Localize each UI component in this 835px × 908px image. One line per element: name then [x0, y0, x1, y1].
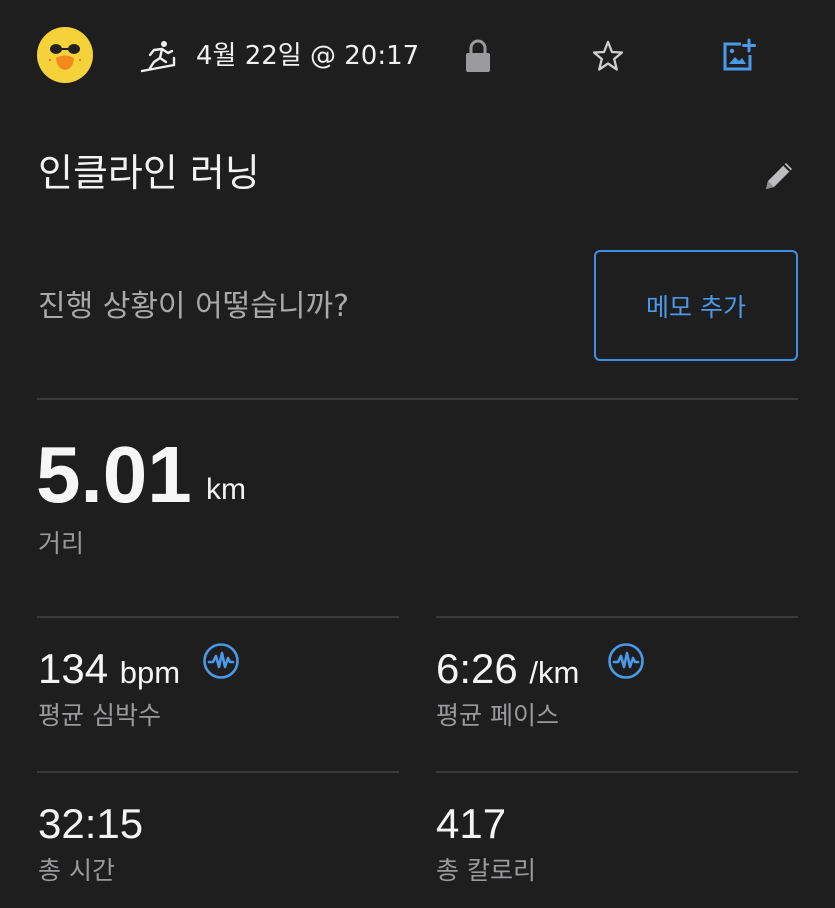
- lock-icon[interactable]: [462, 38, 494, 74]
- heart-rate-number: 134: [38, 645, 109, 692]
- total-calories-value: 417: [436, 800, 507, 847]
- total-calories-label: 총 칼로리: [436, 856, 536, 885]
- total-time-label: 총 시간: [38, 856, 115, 885]
- section-divider: [37, 616, 399, 618]
- section-divider: [37, 771, 399, 773]
- sally-chick-avatar-icon: [37, 27, 93, 83]
- section-divider: [436, 771, 798, 773]
- avg-pace-value: 6:26 /km: [436, 644, 579, 694]
- heart-rate-unit: bpm: [119, 655, 181, 690]
- total-time-value: 32:15: [38, 800, 144, 847]
- distance-value: 5.01: [36, 430, 192, 519]
- avg-pace-label: 평균 페이스: [436, 701, 559, 730]
- workout-title: 인클라인 러닝: [38, 151, 260, 195]
- pulse-chart-icon[interactable]: [607, 642, 645, 680]
- distance-unit: km: [206, 473, 246, 506]
- distance-label: 거리: [38, 529, 85, 558]
- pulse-chart-icon[interactable]: [202, 642, 240, 680]
- workout-date-time: 4월 22일 @ 20:17: [196, 41, 420, 71]
- avg-heart-rate-label: 평균 심박수: [38, 701, 161, 730]
- pencil-icon[interactable]: [760, 157, 798, 195]
- pace-number: 6:26: [436, 645, 518, 692]
- treadmill-runner-icon: [140, 38, 176, 74]
- profile-avatar[interactable]: [37, 27, 93, 83]
- section-divider: [37, 398, 798, 400]
- star-icon[interactable]: [591, 39, 625, 73]
- avg-heart-rate-value: 134 bpm: [38, 644, 180, 694]
- memo-prompt-text: 진행 상황이 어떻습니까?: [38, 289, 349, 324]
- add-memo-button[interactable]: 메모 추가: [594, 250, 798, 361]
- section-divider: [436, 616, 798, 618]
- pace-unit: /km: [529, 655, 580, 690]
- add-photo-icon[interactable]: [719, 37, 757, 75]
